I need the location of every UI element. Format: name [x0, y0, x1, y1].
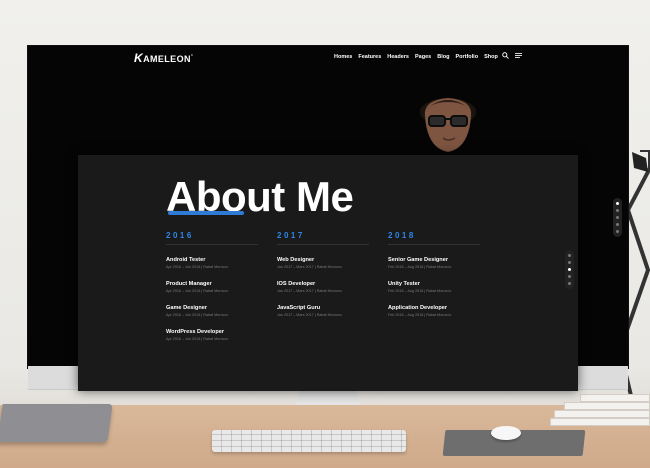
entry-title: Unity Tester: [388, 281, 420, 287]
year-heading: 2016: [166, 231, 194, 240]
entry-title: Android Tester: [166, 257, 206, 263]
hero-portrait: [420, 98, 476, 152]
desk-scene: KAMELEON° Homes Features Headers Pages B…: [0, 0, 650, 468]
scroll-dot[interactable]: [616, 202, 619, 205]
nav-item-homes[interactable]: Homes: [334, 54, 352, 60]
timeline-column-2018: 2018 Senior Game Designer Feb 2018 – Aug…: [388, 231, 482, 317]
entry-title: Senior Game Designer: [388, 257, 448, 263]
timeline-entry: Web Designer Jan 2017 – Mars 2017 | Raba…: [277, 257, 371, 269]
nav-icons: [502, 52, 522, 59]
scroll-dot[interactable]: [616, 230, 619, 233]
scroll-dot[interactable]: [616, 216, 619, 219]
nav-item-portfolio[interactable]: Portfolio: [455, 54, 478, 60]
title-accent-underline: [168, 211, 244, 215]
section-scroll-indicator[interactable]: [565, 250, 574, 289]
timeline-entry: Product Manager Apr 2016 – Jun 2016 | Ra…: [166, 281, 260, 293]
entry-meta: Apr 2016 – Jun 2016 | Rabat Morocco: [166, 313, 229, 317]
keyboard: [212, 430, 406, 452]
timeline-entry: Game Designer Apr 2016 – Jun 2016 | Raba…: [166, 305, 260, 317]
logo-mark: °: [190, 54, 194, 60]
timeline-entry: Unity Tester Feb 2018 – Aug 2018 | Rabat…: [388, 281, 482, 293]
entry-title: IOS Developer: [277, 281, 316, 287]
book-stack: [548, 394, 650, 428]
entry-meta: Apr 2016 – Jun 2016 | Rabat Morocco: [166, 265, 229, 269]
site-logo[interactable]: KAMELEON°: [134, 51, 193, 65]
entry-meta: Apr 2016 – Jun 2016 | Rabat Morocco: [166, 289, 229, 293]
mouse: [491, 426, 521, 440]
scroll-dot[interactable]: [616, 223, 619, 226]
divider: [277, 244, 369, 245]
nav-item-blog[interactable]: Blog: [437, 54, 449, 60]
timeline-entry: Senior Game Designer Feb 2018 – Aug 2018…: [388, 257, 482, 269]
nav-item-headers[interactable]: Headers: [387, 54, 409, 60]
menu-icon[interactable]: [515, 52, 522, 59]
timeline-entry: Application Developer Feb 2018 – Aug 201…: [388, 305, 482, 317]
scroll-dot[interactable]: [568, 268, 571, 271]
scroll-dot[interactable]: [568, 261, 571, 264]
entry-meta: Jan 2017 – Mars 2017 | Rabat Morocco: [277, 313, 342, 317]
entry-meta: Feb 2018 – Aug 2018 | Rabat Morocco: [388, 289, 452, 293]
page-scroll-indicator[interactable]: [613, 198, 622, 237]
entry-meta: Apr 2016 – Jun 2016 | Rabat Morocco: [166, 337, 229, 341]
about-section: About Me 2016 Android Tester Apr 2016 – …: [78, 155, 578, 391]
divider: [166, 244, 258, 245]
scroll-dot[interactable]: [568, 275, 571, 278]
entry-meta: Jan 2017 – Mars 2017 | Rabat Morocco: [277, 289, 342, 293]
entry-meta: Feb 2018 – Aug 2018 | Rabat Morocco: [388, 313, 452, 317]
top-navigation: KAMELEON° Homes Features Headers Pages B…: [28, 46, 628, 68]
laptop: [0, 404, 113, 442]
entry-title: Application Developer: [388, 305, 448, 311]
entry-title: WordPress Developer: [166, 329, 225, 335]
timeline-entry: WordPress Developer Apr 2016 – Jun 2016 …: [166, 329, 260, 341]
logo-initial: K: [134, 51, 144, 65]
entry-title: Product Manager: [166, 281, 212, 287]
scroll-dot[interactable]: [616, 209, 619, 212]
search-icon[interactable]: [502, 52, 509, 59]
timeline-column-2017: 2017 Web Designer Jan 2017 – Mars 2017 |…: [277, 231, 371, 317]
nav-item-features[interactable]: Features: [358, 54, 381, 60]
entry-title: JavaScript Guru: [277, 305, 321, 311]
entry-meta: Jan 2017 – Mars 2017 | Rabat Morocco: [277, 265, 342, 269]
entry-title: Web Designer: [277, 257, 315, 263]
timeline-entry: Android Tester Apr 2016 – Jun 2016 | Rab…: [166, 257, 260, 269]
year-heading: 2017: [277, 231, 305, 240]
divider: [388, 244, 480, 245]
timeline-entry: JavaScript Guru Jan 2017 – Mars 2017 | R…: [277, 305, 371, 317]
scroll-dot[interactable]: [568, 254, 571, 257]
nav-item-shop[interactable]: Shop: [484, 54, 498, 60]
nav-menu: Homes Features Headers Pages Blog Portfo…: [334, 54, 498, 60]
timeline-column-2016: 2016 Android Tester Apr 2016 – Jun 2016 …: [166, 231, 260, 341]
entry-meta: Feb 2018 – Aug 2018 | Rabat Morocco: [388, 265, 452, 269]
logo-text: AMELEON: [143, 54, 191, 64]
nav-item-pages[interactable]: Pages: [415, 54, 431, 60]
timeline-entry: IOS Developer Jan 2017 – Mars 2017 | Rab…: [277, 281, 371, 293]
year-heading: 2018: [388, 231, 416, 240]
scroll-dot[interactable]: [568, 282, 571, 285]
entry-title: Game Designer: [166, 305, 208, 311]
